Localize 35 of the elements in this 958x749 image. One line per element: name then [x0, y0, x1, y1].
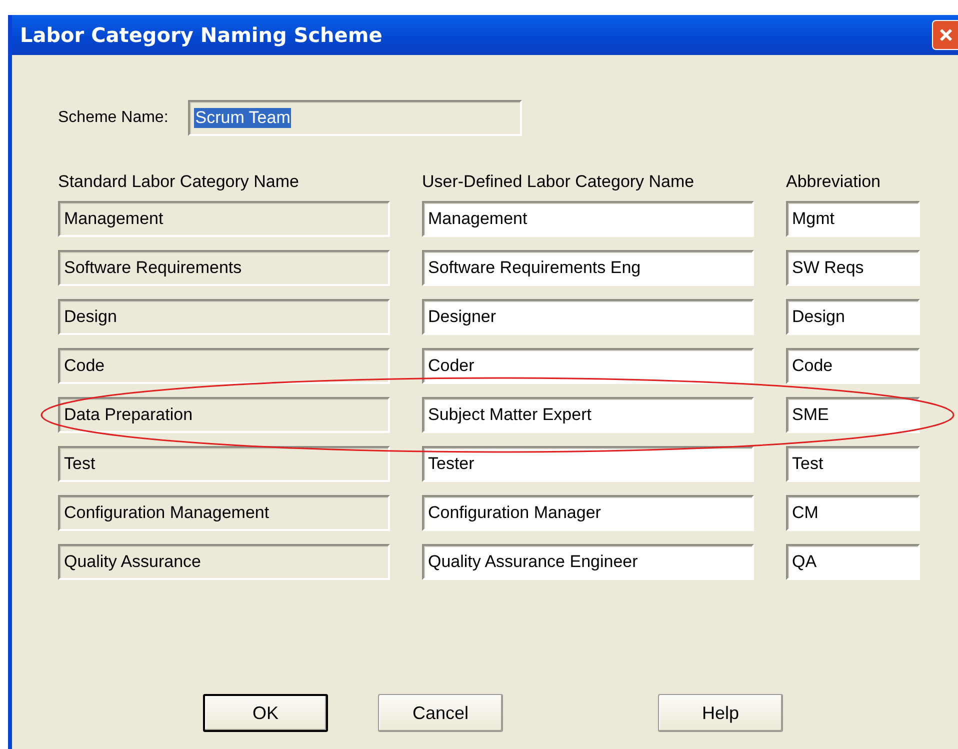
- user-defined-name-field[interactable]: Management: [422, 201, 754, 237]
- standard-name-field: Design: [58, 299, 390, 335]
- standard-name-field: Configuration Management: [58, 495, 390, 531]
- abbreviation-field[interactable]: QA: [786, 544, 920, 580]
- standard-name-field: Software Requirements: [58, 250, 390, 286]
- user-defined-name-field[interactable]: Coder: [422, 348, 754, 384]
- abbreviation-field[interactable]: Test: [786, 446, 920, 482]
- standard-name-field: Test: [58, 446, 390, 482]
- scheme-name-label: Scheme Name:: [58, 109, 168, 127]
- ok-button[interactable]: OK: [203, 694, 328, 732]
- column-header: User-Defined Labor Category Name: [422, 172, 696, 192]
- close-icon: [938, 27, 954, 43]
- standard-name-field: Quality Assurance: [58, 544, 390, 580]
- abbreviation-field[interactable]: SW Reqs: [786, 250, 920, 286]
- user-defined-name-field[interactable]: Quality Assurance Engineer: [422, 544, 754, 580]
- standard-name-field: Code: [58, 348, 390, 384]
- abbreviation-field[interactable]: Mgmt: [786, 201, 920, 237]
- close-button[interactable]: [932, 20, 958, 50]
- scheme-name-field[interactable]: Scrum Team: [188, 100, 522, 136]
- abbreviation-field[interactable]: CM: [786, 495, 920, 531]
- user-defined-name-field[interactable]: Software Requirements Eng: [422, 250, 754, 286]
- window-title: Labor Category Naming Scheme: [20, 23, 382, 47]
- column-header: Standard Labor Category Name: [58, 172, 300, 192]
- column-header: Abbreviation: [786, 172, 882, 192]
- abbreviation-field[interactable]: SME: [786, 397, 920, 433]
- standard-name-field: Data Preparation: [58, 397, 390, 433]
- cancel-button[interactable]: Cancel: [378, 694, 503, 732]
- user-defined-name-field[interactable]: Tester: [422, 446, 754, 482]
- standard-name-field: Management: [58, 201, 390, 237]
- help-button[interactable]: Help: [658, 694, 783, 732]
- abbreviation-field[interactable]: Design: [786, 299, 920, 335]
- user-defined-name-field[interactable]: Designer: [422, 299, 754, 335]
- abbreviation-field[interactable]: Code: [786, 348, 920, 384]
- user-defined-name-field[interactable]: Configuration Manager: [422, 495, 754, 531]
- user-defined-name-field[interactable]: Subject Matter Expert: [422, 397, 754, 433]
